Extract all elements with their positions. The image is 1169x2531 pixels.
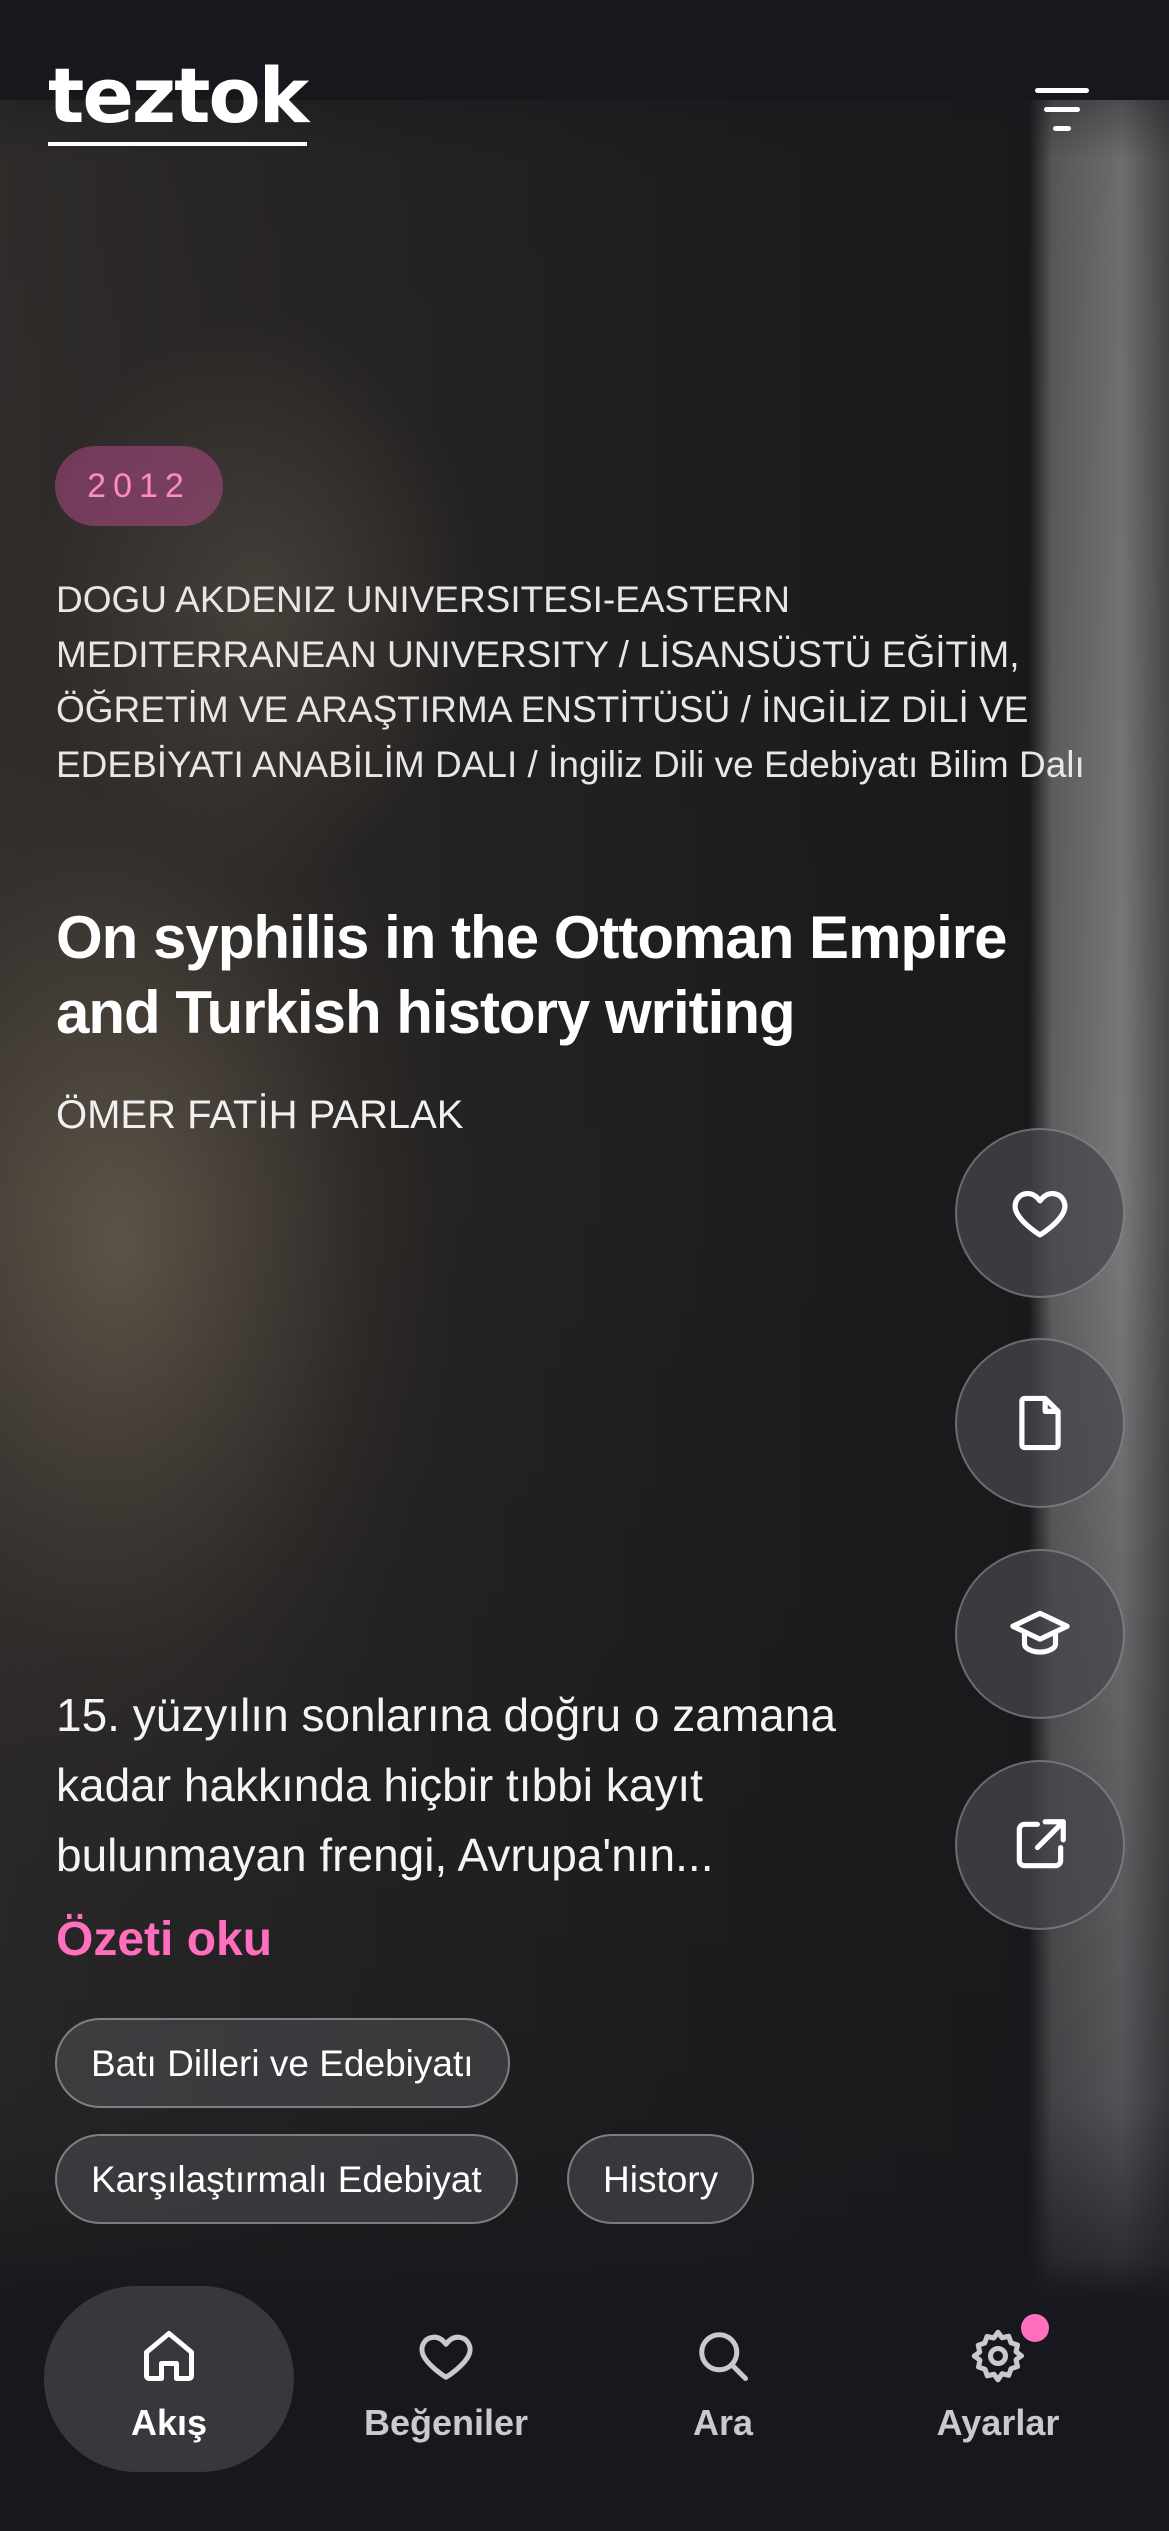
- filter-line-bottom: [1053, 126, 1071, 131]
- nav-item-search[interactable]: Ara: [598, 2286, 848, 2472]
- institution-text: DOGU AKDENIZ UNIVERSITESI-EASTERN MEDITE…: [56, 579, 1085, 785]
- filter-line-mid: [1044, 107, 1080, 112]
- filter-lines-icon: [1035, 88, 1089, 93]
- tag-chip[interactable]: Batı Dilleri ve Edebiyatı: [55, 2018, 510, 2108]
- bottom-navigation: Akış Beğeniler Ara Ayarlar: [0, 2260, 1169, 2531]
- nav-item-feed[interactable]: Akış: [44, 2286, 294, 2472]
- search-icon: [699, 2332, 748, 2381]
- document-button[interactable]: [955, 1338, 1125, 1508]
- nav-label: Akış: [130, 2402, 208, 2443]
- open-external-button[interactable]: [955, 1760, 1125, 1930]
- heart-icon: [419, 2334, 473, 2380]
- read-summary-link[interactable]: Özeti oku: [56, 1912, 272, 1967]
- notification-dot: [1021, 2314, 1049, 2342]
- external-link-icon: [1016, 1819, 1066, 1869]
- app-logo[interactable]: teztok: [48, 58, 309, 146]
- nav-label: Beğeniler: [363, 2402, 529, 2443]
- thesis-feed-screen: teztok 2012 DOGU AKDENIZ UNIVERSITESI-EA…: [0, 0, 1169, 2531]
- tag-chip[interactable]: Karşılaştırmalı Edebiyat: [55, 2134, 518, 2224]
- home-icon: [144, 2331, 194, 2381]
- graduation-cap-icon: [1010, 1610, 1070, 1655]
- year-badge: 2012: [55, 446, 223, 526]
- tag-chip[interactable]: History: [567, 2134, 755, 2224]
- summary-text: 15. yüzyılın sonlarına doğru o zamana ka…: [56, 1689, 836, 1881]
- nav-item-settings[interactable]: Ayarlar: [873, 2286, 1123, 2472]
- filter-button[interactable]: [1035, 88, 1105, 138]
- like-button[interactable]: [955, 1128, 1125, 1298]
- nav-label: Ara: [692, 2402, 754, 2443]
- nav-label: Ayarlar: [936, 2402, 1060, 2443]
- gear-icon: [971, 2329, 1024, 2383]
- document-icon: [1019, 1395, 1061, 1451]
- thesis-author[interactable]: ÖMER FATİH PARLAK: [56, 1093, 463, 1138]
- heart-icon: [1012, 1191, 1068, 1238]
- thesis-title: On syphilis in the Ottoman Empire and Tu…: [56, 904, 1007, 1046]
- nav-item-likes[interactable]: Beğeniler: [321, 2286, 571, 2472]
- university-button[interactable]: [955, 1549, 1125, 1719]
- app-header: teztok: [0, 0, 1169, 146]
